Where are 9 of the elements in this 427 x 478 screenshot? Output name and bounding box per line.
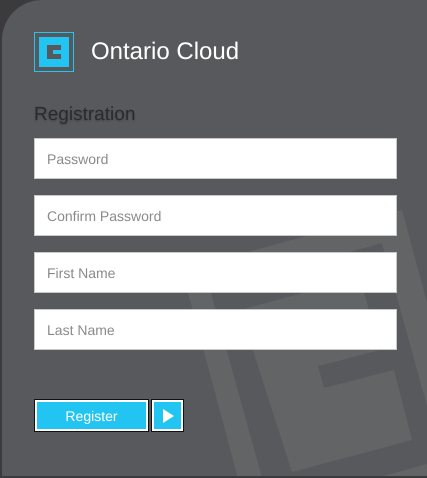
- input-field[interactable]: Confirm Password: [34, 195, 397, 236]
- app-title: Ontario Cloud: [91, 38, 240, 66]
- input-field[interactable]: Last Name: [34, 309, 397, 350]
- play-icon: [162, 408, 174, 422]
- input-field[interactable]: First Name: [34, 252, 397, 293]
- input-field[interactable]: Password: [34, 138, 397, 179]
- go-button[interactable]: [152, 400, 183, 431]
- register-button[interactable]: Register: [35, 400, 148, 431]
- logo-icon: [34, 32, 74, 72]
